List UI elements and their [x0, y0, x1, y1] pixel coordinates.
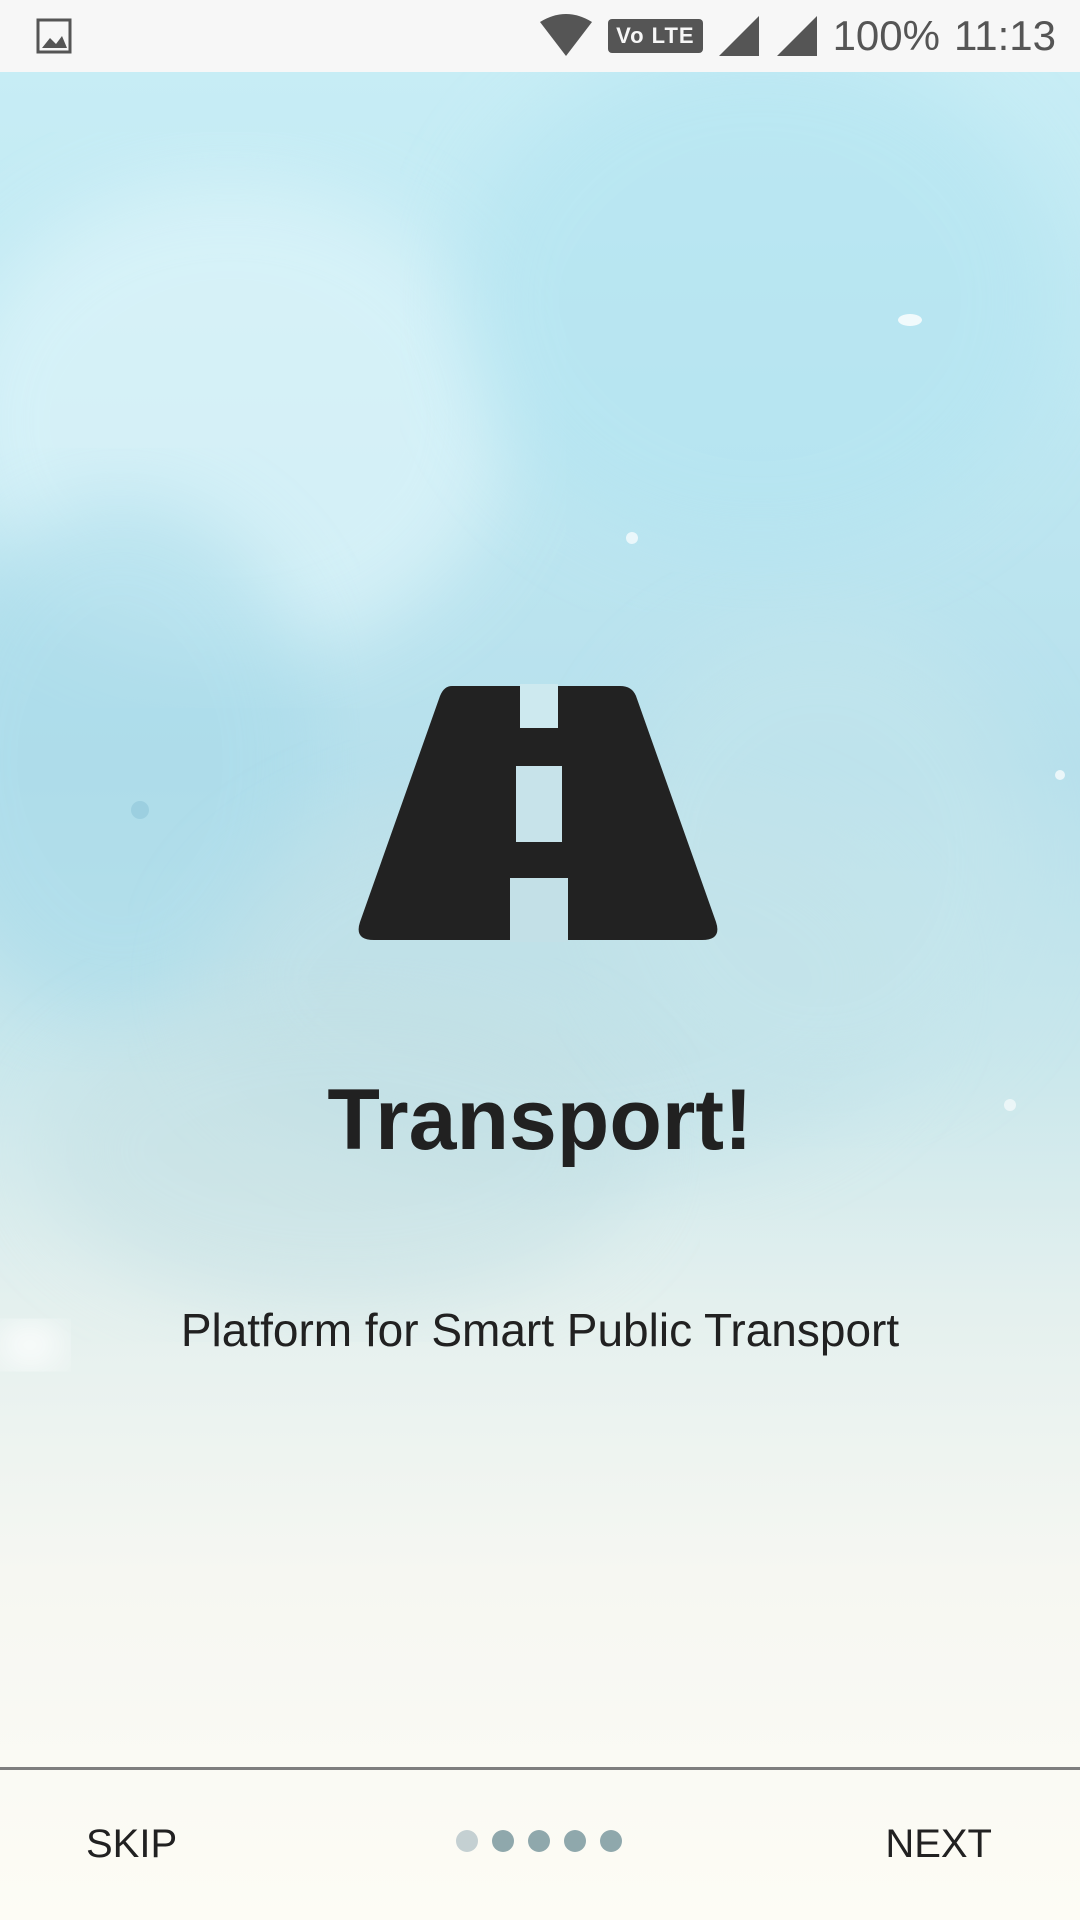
- signal-icon: [718, 16, 759, 56]
- next-button[interactable]: NEXT: [867, 1810, 1010, 1879]
- battery-percentage: 100%: [832, 12, 940, 59]
- page-dot-4[interactable]: [564, 1830, 586, 1852]
- page-dot-2[interactable]: [492, 1830, 514, 1852]
- signal-icon: [776, 16, 817, 56]
- page-indicator: [456, 1830, 622, 1852]
- page-dot-3[interactable]: [528, 1830, 550, 1852]
- onboarding-title: Transport!: [327, 1072, 753, 1168]
- page-dot-5[interactable]: [600, 1830, 622, 1852]
- onboarding-subtitle: Platform for Smart Public Transport: [180, 1304, 900, 1356]
- skip-button[interactable]: SKIP: [68, 1810, 195, 1879]
- status-icons: Vo LTE 100% 11:13: [538, 0, 1056, 72]
- page-dot-1[interactable]: [456, 1830, 478, 1852]
- watercolor-background: [0, 40, 1065, 1367]
- volte-icon: Vo LTE: [608, 19, 703, 53]
- wifi-icon: [540, 14, 593, 56]
- road-icon: [358, 684, 718, 942]
- image-icon: [36, 18, 72, 54]
- onboarding-navigation: SKIP NEXT: [0, 1770, 1080, 1920]
- status-bar: Vo LTE 100% 11:13: [0, 0, 1080, 72]
- onboarding-screen: Vo LTE 100% 11:13 Transport! Platform fo…: [0, 0, 1080, 1920]
- clock: 11:13: [954, 12, 1056, 59]
